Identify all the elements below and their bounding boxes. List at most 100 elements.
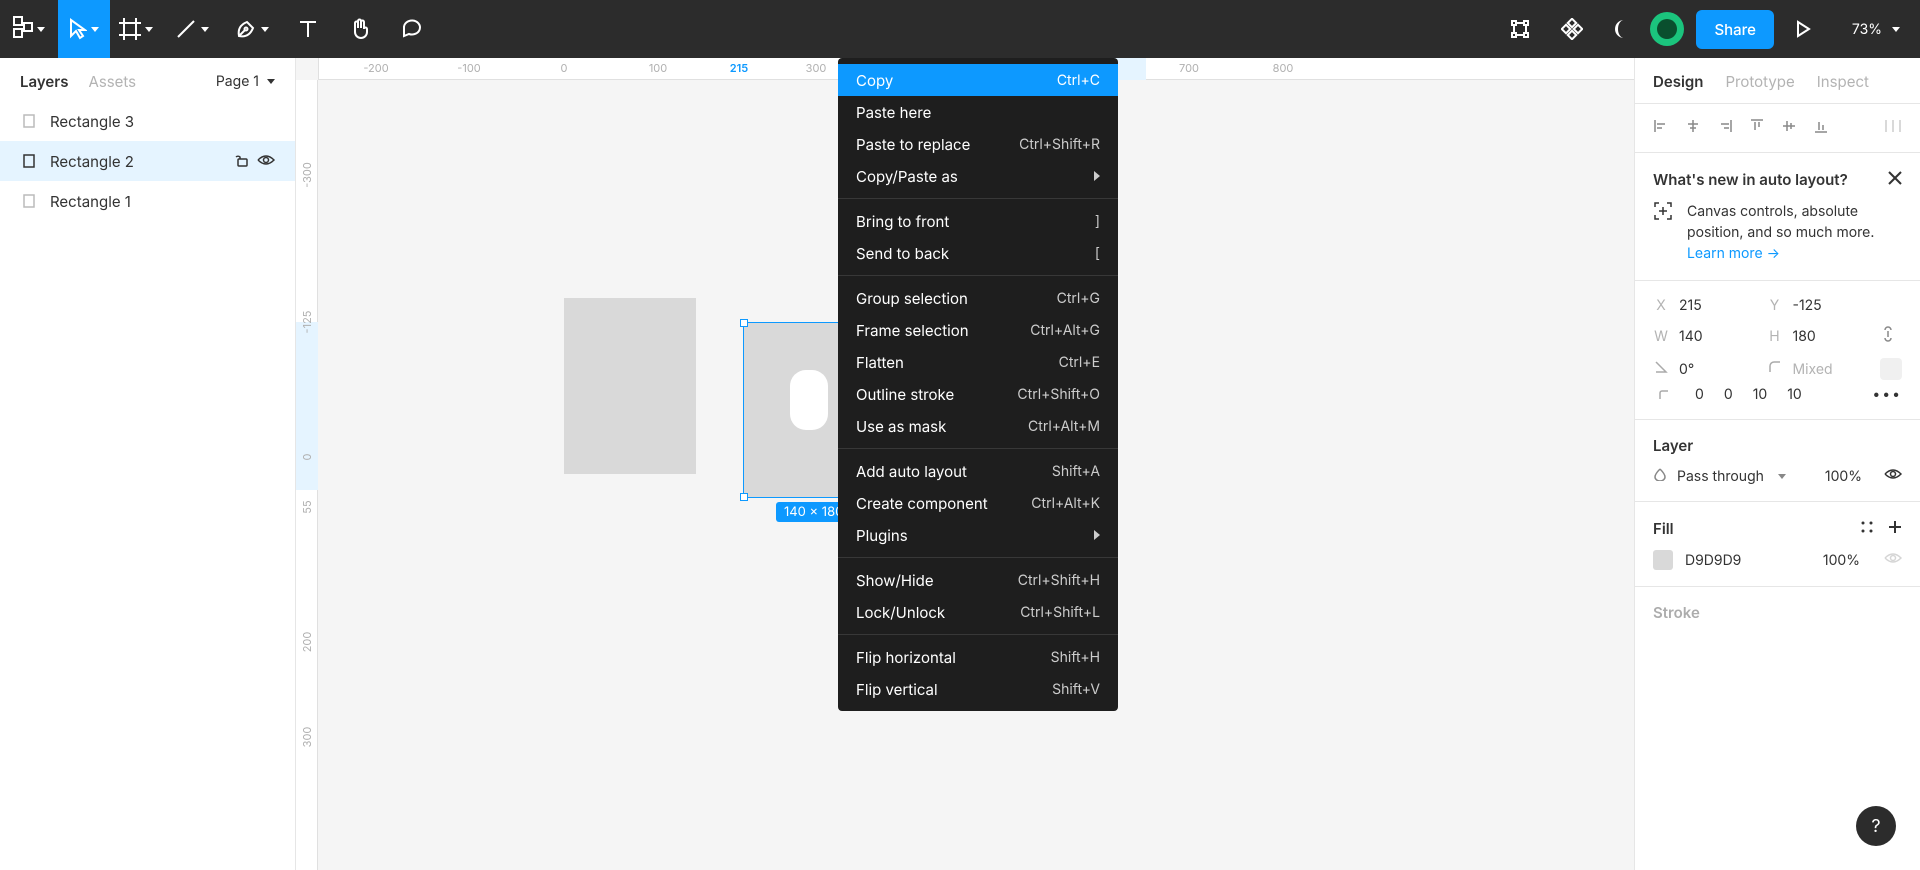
x-input[interactable]: 215	[1679, 297, 1757, 314]
ctx-plugins[interactable]: Plugins	[838, 519, 1118, 551]
chevron-down-icon	[261, 27, 269, 32]
h-label: H	[1767, 328, 1783, 345]
chevron-down-icon	[37, 27, 45, 32]
align-right-icon[interactable]	[1717, 118, 1733, 138]
whatsnew-title: What's new in auto layout?	[1653, 170, 1848, 189]
layers-panel: Layers Assets Page 1 Rectangle 3 Rectang…	[0, 58, 296, 870]
radius-mixed[interactable]: Mixed	[1793, 361, 1871, 378]
add-fill-button[interactable]	[1888, 518, 1902, 538]
rectangle-outline-icon	[20, 194, 38, 208]
line-tool-button[interactable]	[162, 0, 222, 58]
chevron-right-icon	[1094, 530, 1100, 540]
zoom-dropdown[interactable]: 73%	[1832, 21, 1900, 38]
corner-bl-input[interactable]: 10	[1787, 386, 1802, 403]
ctx-send-back[interactable]: Send to back[	[838, 237, 1118, 269]
style-icon[interactable]	[1860, 518, 1874, 538]
ctx-bring-front[interactable]: Bring to front]	[838, 205, 1118, 237]
corner-br-input[interactable]: 10	[1753, 386, 1768, 403]
w-input[interactable]: 140	[1679, 328, 1757, 345]
layer-item[interactable]: Rectangle 1	[0, 181, 295, 221]
angle-icon	[1653, 360, 1669, 378]
tab-design[interactable]: Design	[1653, 72, 1703, 91]
layer-item[interactable]: Rectangle 3	[0, 101, 295, 141]
ctx-lock[interactable]: Lock/UnlockCtrl+Shift+L	[838, 596, 1118, 628]
ctx-copy-paste-as[interactable]: Copy/Paste as	[838, 160, 1118, 192]
present-button[interactable]	[1786, 0, 1820, 58]
components-button[interactable]	[1546, 0, 1598, 58]
fill-opacity-input[interactable]: 100%	[1823, 552, 1860, 569]
edit-object-button[interactable]	[1494, 0, 1546, 58]
constrain-icon[interactable]	[1880, 324, 1902, 348]
frame-tool-button[interactable]	[110, 0, 162, 58]
rotation-input[interactable]: 0°	[1679, 361, 1757, 378]
rectangle-1[interactable]	[564, 298, 696, 474]
page-selector[interactable]: Page 1	[216, 73, 275, 90]
unlock-icon[interactable]	[235, 152, 249, 171]
chevron-down-icon	[267, 79, 275, 84]
pen-tool-button[interactable]	[222, 0, 282, 58]
ctx-flip-h[interactable]: Flip horizontalShift+H	[838, 641, 1118, 673]
chevron-down-icon	[201, 27, 209, 32]
y-input[interactable]: -125	[1793, 297, 1871, 314]
corner-tl-input[interactable]: 0	[1695, 386, 1704, 403]
hand-tool-button[interactable]	[334, 0, 386, 58]
rectangle-icon	[20, 154, 38, 168]
layer-section-title: Layer	[1653, 436, 1693, 455]
distribute-icon[interactable]	[1884, 118, 1902, 138]
w-label: W	[1653, 328, 1669, 345]
chevron-down-icon	[1778, 474, 1786, 479]
ctx-component[interactable]: Create componentCtrl+Alt+K	[838, 487, 1118, 519]
comment-tool-button[interactable]	[386, 0, 438, 58]
opacity-input[interactable]: 100%	[1825, 468, 1862, 485]
canvas[interactable]: -200 -100 0 100 215 300 700 800 -300 -12…	[296, 58, 1634, 870]
ctx-auto-layout[interactable]: Add auto layoutShift+A	[838, 455, 1118, 487]
ctx-group[interactable]: Group selectionCtrl+G	[838, 282, 1118, 314]
corner-tr-input[interactable]: 0	[1724, 386, 1733, 403]
ctx-mask[interactable]: Use as maskCtrl+Alt+M	[838, 410, 1118, 442]
text-tool-button[interactable]	[282, 0, 334, 58]
ctx-paste-replace[interactable]: Paste to replaceCtrl+Shift+R	[838, 128, 1118, 160]
blend-mode-select[interactable]: Pass through	[1677, 468, 1764, 485]
more-icon[interactable]: •••	[1872, 386, 1902, 403]
autolayout-icon	[1653, 201, 1673, 264]
eye-icon[interactable]	[1884, 551, 1902, 569]
help-button[interactable]: ?	[1856, 806, 1896, 846]
ctx-show-hide[interactable]: Show/HideCtrl+Shift+H	[838, 564, 1118, 596]
corner-icon	[1653, 389, 1675, 401]
ctx-flip-v[interactable]: Flip verticalShift+V	[838, 673, 1118, 705]
tab-inspect[interactable]: Inspect	[1817, 72, 1869, 91]
chevron-down-icon	[145, 27, 153, 32]
independent-corners-button[interactable]	[1880, 358, 1902, 380]
tab-assets[interactable]: Assets	[88, 72, 136, 91]
align-top-icon[interactable]	[1749, 118, 1765, 138]
h-input[interactable]: 180	[1793, 328, 1871, 345]
ctx-frame[interactable]: Frame selectionCtrl+Alt+G	[838, 314, 1118, 346]
layer-label: Rectangle 1	[50, 192, 131, 211]
tab-prototype[interactable]: Prototype	[1725, 72, 1794, 91]
fill-hex-input[interactable]: D9D9D9	[1685, 552, 1741, 569]
share-button[interactable]: Share	[1696, 10, 1774, 49]
align-bottom-icon[interactable]	[1813, 118, 1829, 138]
ctx-flatten[interactable]: FlattenCtrl+E	[838, 346, 1118, 378]
eye-icon[interactable]	[1884, 467, 1902, 485]
avatar[interactable]	[1650, 12, 1684, 46]
ctx-outline[interactable]: Outline strokeCtrl+Shift+O	[838, 378, 1118, 410]
align-left-icon[interactable]	[1653, 118, 1669, 138]
close-icon[interactable]	[1888, 169, 1902, 189]
main-menu-button[interactable]	[0, 0, 58, 58]
tab-layers[interactable]: Layers	[20, 72, 68, 91]
ctx-paste-here[interactable]: Paste here	[838, 96, 1118, 128]
chevron-down-icon	[1892, 27, 1900, 32]
align-vcenter-icon[interactable]	[1781, 118, 1797, 138]
move-tool-button[interactable]	[58, 0, 110, 58]
design-panel: Design Prototype Inspect What's new in a…	[1634, 58, 1920, 870]
zoom-value: 73%	[1852, 21, 1882, 38]
fill-swatch[interactable]	[1653, 550, 1673, 570]
align-hcenter-icon[interactable]	[1685, 118, 1701, 138]
mask-button[interactable]	[1598, 0, 1650, 58]
learn-more-link[interactable]: Learn more →	[1687, 245, 1780, 262]
ctx-copy[interactable]: CopyCtrl+C	[838, 64, 1118, 96]
whatsnew-body: Canvas controls, absolute position, and …	[1687, 203, 1874, 241]
eye-icon[interactable]	[257, 152, 275, 171]
layer-item-selected[interactable]: Rectangle 2	[0, 141, 295, 181]
